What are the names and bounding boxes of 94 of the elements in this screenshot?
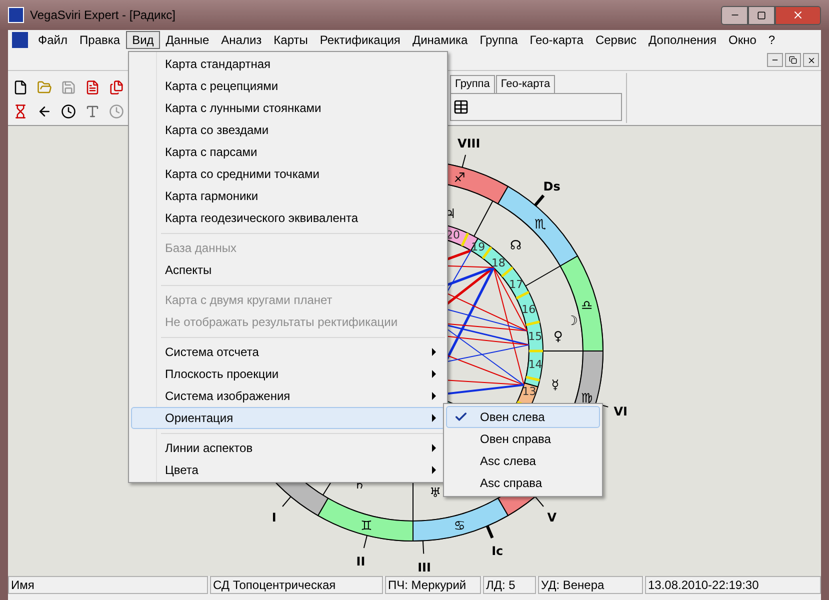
degree-number: 15 (528, 330, 542, 343)
menu-item[interactable]: Система отсчета (131, 341, 445, 363)
toolbar-tab[interactable]: Гео-карта (496, 75, 556, 93)
app-logo-icon (8, 7, 24, 23)
menu-item[interactable]: Гео-карта (524, 31, 590, 49)
menu-item[interactable]: Карта со звездами (131, 119, 445, 141)
degree-tick (501, 266, 514, 278)
menu-item[interactable]: Данные (160, 31, 216, 49)
menu-item[interactable]: Карта с лунными стоянками (131, 97, 445, 119)
menu-item[interactable]: Карта стандартная (131, 53, 445, 75)
status-bar-panel: Имя (8, 576, 208, 594)
degree-tick (526, 320, 540, 326)
house-tick (534, 194, 545, 206)
menu-item[interactable]: Вид (126, 31, 160, 49)
house-label: I (272, 510, 276, 524)
menu-item[interactable]: Ориентация (131, 407, 445, 429)
menu-item[interactable]: Ректификация (314, 31, 406, 49)
house-tick (363, 534, 368, 548)
house-label: V (547, 510, 556, 524)
menu-item[interactable]: Файл (32, 31, 74, 49)
degree-number: 18 (491, 256, 506, 270)
house-label: Ic (492, 544, 504, 558)
menu-item[interactable]: Правка (74, 31, 126, 49)
house-tick (282, 496, 292, 507)
menu-item[interactable]: Аспекты (131, 259, 445, 281)
menu-item[interactable]: Динамика (406, 31, 474, 49)
menu-item[interactable]: Анализ (215, 31, 268, 49)
house-label: VIII (458, 136, 480, 150)
menu-item[interactable]: Группа (474, 31, 524, 49)
planet-glyph: ☽ (566, 314, 578, 330)
house-label: II (356, 554, 366, 569)
menu-item[interactable]: Овен слева (446, 406, 600, 428)
menu-item[interactable]: Asc справа (446, 472, 600, 494)
status-bar-panel: ЛД: 5 (483, 576, 536, 594)
status-bar-panel: 13.08.2010-22:19:30 (645, 576, 821, 594)
restore-icon (789, 56, 797, 64)
maximize-icon (757, 10, 766, 20)
degree-tick (460, 232, 470, 246)
menu-item[interactable]: Карта с рецепциями (131, 75, 445, 97)
menu-item[interactable]: Карта гармоники (131, 185, 445, 207)
degree-number: 13 (522, 385, 536, 398)
house-cusp-line (525, 266, 561, 286)
menu-item[interactable]: Цвета (131, 459, 445, 481)
menu-item[interactable]: Окно (722, 31, 762, 49)
degree-number: 19 (471, 240, 486, 254)
menu-item[interactable]: Дополнения (642, 31, 723, 49)
close-icon (806, 56, 816, 64)
zodiac-sign-glyph: ♋ (454, 518, 466, 534)
menu-item[interactable]: Линии аспектов (131, 437, 445, 459)
degree-tick (516, 290, 530, 300)
planet-glyph: ♀ (553, 330, 563, 345)
menu-item[interactable]: Сервис (589, 31, 643, 49)
house-cusp-line (542, 350, 584, 352)
house-label: Ds (543, 180, 560, 194)
planet-glyph: ♅ (430, 486, 442, 502)
house-cusp-line (412, 480, 414, 522)
menu-item[interactable]: Система изображения (131, 385, 445, 407)
house-label: VI (614, 404, 628, 419)
menu-item[interactable]: ? (762, 31, 782, 49)
menu-item[interactable]: Карта с парсами (131, 141, 445, 163)
status-bar-panel: УД: Венера (538, 576, 643, 594)
degree-tick (529, 350, 543, 352)
menu-item[interactable]: Карта геодезического эквивалента (131, 207, 445, 229)
degree-number: 14 (528, 358, 542, 371)
minimize-button[interactable] (767, 53, 783, 67)
menu-item[interactable]: Asc слева (446, 450, 600, 472)
house-tick (534, 496, 544, 507)
restore-button[interactable] (785, 53, 801, 67)
house-tick (462, 154, 466, 168)
house-tick (486, 525, 494, 538)
toolbar-tab[interactable]: Группа (450, 75, 495, 93)
menu-item[interactable]: Овен справа (446, 428, 600, 450)
close-icon (792, 9, 804, 21)
window-title: VegaSviri Expert - [Радикс] (30, 7, 176, 24)
maximize-button[interactable] (748, 6, 775, 24)
menu-item[interactable]: Карты (268, 31, 314, 49)
zodiac-sign-glyph: ♊ (360, 518, 372, 534)
degree-number: 17 (509, 278, 524, 291)
planet-glyph: ☿ (551, 378, 560, 393)
zodiac-sign-glyph: ♐ (454, 171, 466, 186)
menu-item[interactable]: Карта со средними точками (131, 163, 445, 185)
house-cusp-line (474, 200, 494, 237)
zodiac-sign-glyph: ♎ (581, 298, 593, 314)
status-bar-panel: ПЧ: Меркурий (385, 576, 481, 594)
menu-item[interactable]: Плоскость проекции (131, 363, 445, 385)
planet-glyph: ☊ (510, 238, 522, 254)
degree-tick (526, 376, 540, 382)
close-button[interactable] (803, 53, 819, 67)
house-label: III (418, 560, 431, 575)
status-bar-panel: СД Топоцентрическая (210, 576, 383, 594)
zodiac-sign-glyph: ♏ (534, 218, 546, 233)
table-icon[interactable] (453, 99, 469, 115)
minimize-button[interactable] (721, 6, 748, 24)
degree-number: 16 (522, 302, 536, 316)
